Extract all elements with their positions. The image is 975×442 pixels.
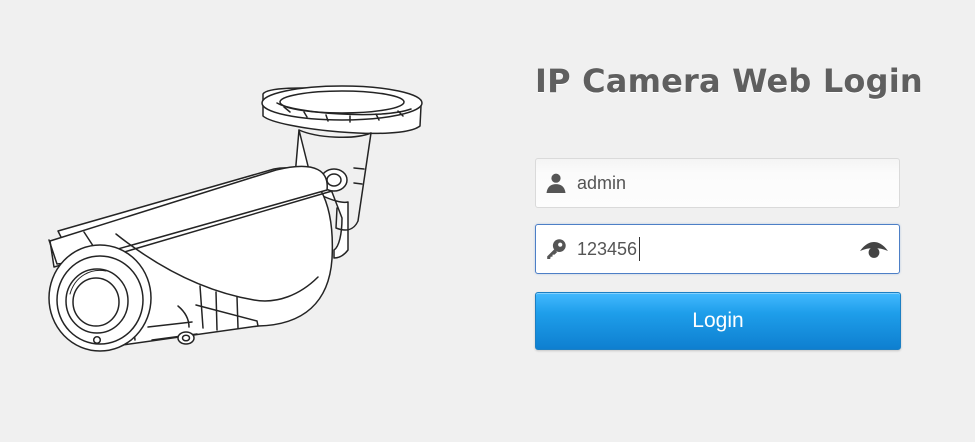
login-title: IP Camera Web Login [535, 62, 923, 100]
password-input[interactable] [577, 225, 847, 273]
login-button[interactable]: Login [535, 292, 901, 350]
password-field[interactable] [535, 224, 900, 274]
bullet-camera-illustration [48, 85, 423, 352]
username-input[interactable] [577, 159, 847, 207]
user-icon [546, 173, 566, 193]
text-cursor [639, 237, 640, 261]
camera-lens-illustration [48, 244, 152, 352]
username-field[interactable] [535, 158, 900, 208]
key-icon [547, 239, 566, 259]
eye-icon[interactable] [858, 239, 890, 261]
